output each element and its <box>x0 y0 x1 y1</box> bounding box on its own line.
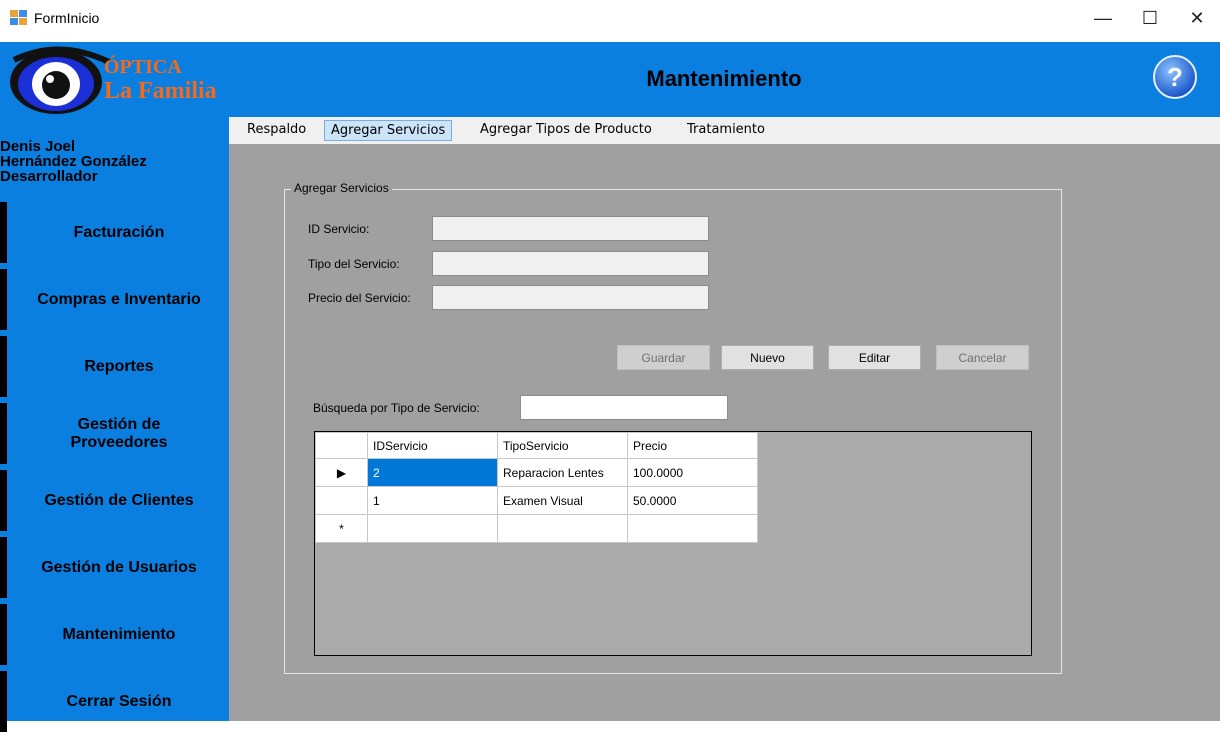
table-row[interactable]: ▶ 2 Reparacion Lentes 100.0000 <box>315 458 758 487</box>
sidebar-item-label: Reportes <box>84 357 154 375</box>
sidebar-item-label: Cerrar Sesión <box>66 692 172 710</box>
servicios-grid[interactable]: IDServicio TipoServicio Precio ▶ 2 Repar… <box>314 431 1032 656</box>
tab-tratamiento[interactable]: Tratamiento <box>681 120 771 141</box>
current-row-indicator-icon[interactable]: ▶ <box>315 458 368 487</box>
cell-idservicio[interactable]: 1 <box>367 486 498 515</box>
id-servicio-field[interactable] <box>432 216 709 241</box>
help-icon[interactable]: ? <box>1152 54 1198 100</box>
tab-strip: Respaldo Agregar Servicios Agregar Tipos… <box>229 117 1220 144</box>
table-row[interactable]: 1 Examen Visual 50.0000 <box>315 486 758 515</box>
precio-servicio-field[interactable] <box>432 285 709 310</box>
user-info: Denis Joel Hernández González Desarrolla… <box>0 139 229 184</box>
maximize-button[interactable]: ☐ <box>1127 0 1173 36</box>
sidebar-item-usuarios[interactable]: Gestión de Usuarios <box>0 537 229 598</box>
cell-precio[interactable]: 100.0000 <box>627 458 758 487</box>
servicios-table: IDServicio TipoServicio Precio ▶ 2 Repar… <box>315 432 758 543</box>
tipo-servicio-field[interactable] <box>432 251 709 276</box>
sidebar-item-mantenimiento[interactable]: Mantenimiento <box>0 604 229 665</box>
main-content: Respaldo Agregar Servicios Agregar Tipos… <box>229 117 1220 721</box>
new-row-marker-icon[interactable]: * <box>315 514 368 543</box>
minimize-icon: — <box>1094 7 1112 28</box>
tab-agregar-servicios[interactable]: Agregar Servicios <box>324 120 453 141</box>
nav-marker <box>0 537 7 598</box>
column-header-tiposervicio[interactable]: TipoServicio <box>497 432 628 459</box>
sidebar-item-label: Gestión de Clientes <box>44 491 194 509</box>
sidebar-item-compras[interactable]: Compras e Inventario <box>0 269 229 330</box>
guardar-button[interactable]: Guardar <box>617 345 710 370</box>
tab-agregar-tipos-producto[interactable]: Agregar Tipos de Producto <box>474 120 658 141</box>
tab-respaldo[interactable]: Respaldo <box>241 120 312 141</box>
id-servicio-label: ID Servicio: <box>308 222 370 236</box>
help-glyph: ? <box>1167 62 1183 92</box>
tipo-servicio-label: Tipo del Servicio: <box>308 257 400 271</box>
cell-new-idservicio[interactable] <box>367 514 498 543</box>
window-title: FormInicio <box>34 10 100 26</box>
user-name-line2: Hernández González <box>0 153 147 170</box>
app-icon <box>10 10 27 25</box>
sidebar-item-facturacion[interactable]: Facturación <box>0 202 229 263</box>
user-name-line1: Denis Joel <box>0 138 76 155</box>
row-header-corner <box>315 432 368 459</box>
sidebar-item-reportes[interactable]: Reportes <box>0 336 229 397</box>
cell-new-precio[interactable] <box>627 514 758 543</box>
sidebar: Denis Joel Hernández González Desarrolla… <box>0 117 229 732</box>
close-window-button[interactable]: ✕ <box>1174 0 1220 36</box>
column-header-idservicio[interactable]: IDServicio <box>367 432 498 459</box>
group-title: Agregar Servicios <box>291 181 392 195</box>
window-titlebar: FormInicio — ☐ ✕ <box>0 0 1220 42</box>
sidebar-item-proveedores[interactable]: Gestión de Proveedores <box>0 403 229 464</box>
nav-marker <box>0 202 7 263</box>
header-banner: ÓPTICA La Familia Mantenimiento ? <box>0 42 1220 117</box>
user-role: Desarrollador <box>0 168 98 185</box>
column-header-precio[interactable]: Precio <box>627 432 758 459</box>
nav-marker <box>0 671 7 732</box>
precio-servicio-label: Precio del Servicio: <box>308 291 411 305</box>
table-row-new[interactable]: * <box>315 514 758 543</box>
busqueda-label: Búsqueda por Tipo de Servicio: <box>313 401 480 415</box>
nav-marker <box>0 470 7 531</box>
sidebar-item-cerrar-sesion[interactable]: Cerrar Sesión <box>0 671 229 732</box>
editar-button[interactable]: Editar <box>828 345 921 370</box>
table-header-row: IDServicio TipoServicio Precio <box>315 432 758 459</box>
sidebar-item-label: Mantenimiento <box>62 625 176 643</box>
row-header[interactable] <box>315 486 368 515</box>
sidebar-item-label: Gestión de Proveedores <box>70 415 168 451</box>
sidebar-item-label: Gestión de Usuarios <box>41 558 197 576</box>
cell-idservicio[interactable]: 2 <box>367 458 498 487</box>
cell-tiposervicio[interactable]: Reparacion Lentes <box>497 458 628 487</box>
nav-marker <box>0 403 7 464</box>
page-title: Mantenimiento <box>646 66 802 91</box>
busqueda-input[interactable] <box>520 395 728 420</box>
cell-new-tiposervicio[interactable] <box>497 514 628 543</box>
cell-precio[interactable]: 50.0000 <box>627 486 758 515</box>
nav-marker <box>0 336 7 397</box>
nav-marker <box>0 269 7 330</box>
sidebar-item-label: Facturación <box>73 223 165 241</box>
cancelar-button[interactable]: Cancelar <box>936 345 1029 370</box>
maximize-icon: ☐ <box>1141 7 1159 28</box>
sidebar-item-label: Compras e Inventario <box>37 290 201 308</box>
nav-marker <box>0 604 7 665</box>
cell-tiposervicio[interactable]: Examen Visual <box>497 486 628 515</box>
close-icon: ✕ <box>1189 7 1205 28</box>
nuevo-button[interactable]: Nuevo <box>721 345 814 370</box>
sidebar-item-clientes[interactable]: Gestión de Clientes <box>0 470 229 531</box>
minimize-button[interactable]: — <box>1080 0 1126 36</box>
